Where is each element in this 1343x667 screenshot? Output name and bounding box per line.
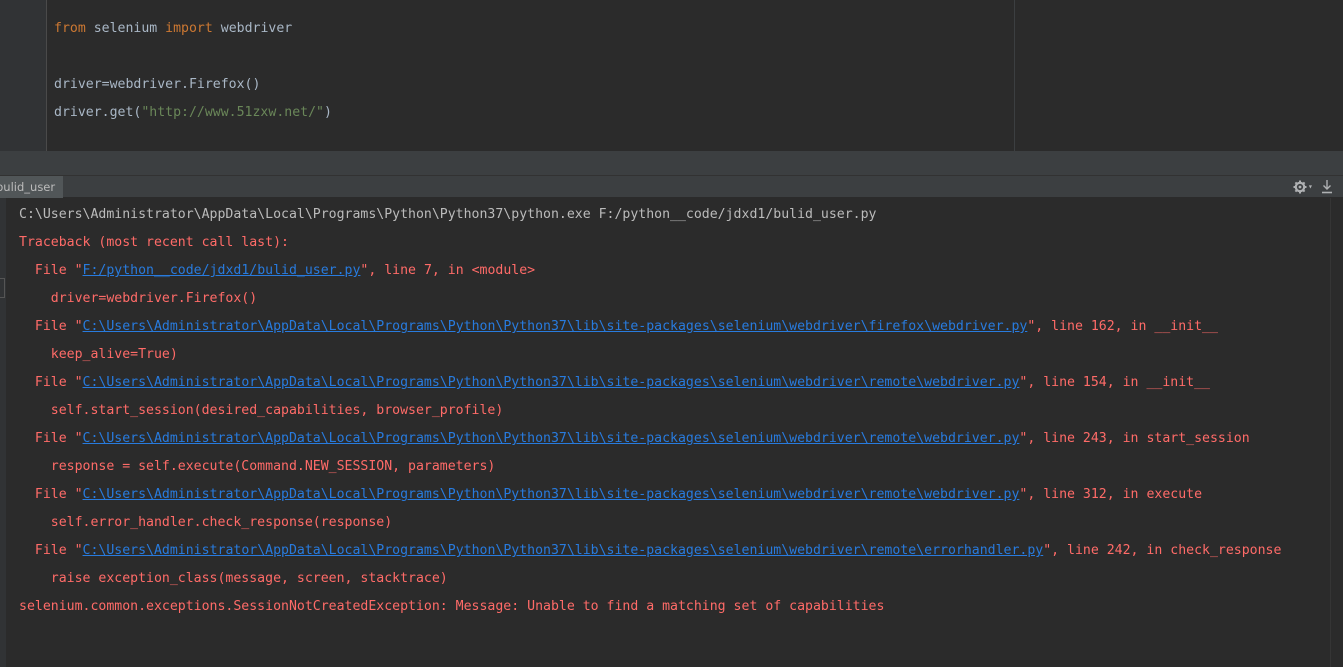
console-left-toolbar <box>0 198 6 667</box>
chevron-down-icon: ▾ <box>1308 182 1313 191</box>
pin-icon <box>1322 180 1332 194</box>
settings-button[interactable]: ▾ <box>1292 176 1313 198</box>
gear-icon <box>1293 180 1307 194</box>
frame-suffix: ", line 243, in start_session <box>1019 431 1250 446</box>
call-suffix: ) <box>323 105 332 120</box>
traceback-code-line: response = self.execute(Command.NEW_SESS… <box>19 459 496 474</box>
call-prefix: driver.get( <box>54 105 142 120</box>
url-string: "http://www.51zxw.net/" <box>141 105 324 120</box>
traceback-code-line: keep_alive=True) <box>19 347 178 362</box>
code-editor[interactable]: from selenium import webdriver driver=we… <box>0 0 1343 151</box>
console-command-line: C:\Users\Administrator\AppData\Local\Pro… <box>19 207 877 222</box>
frame-prefix: File " <box>19 543 83 558</box>
frame-suffix: ", line 7, in <module> <box>360 263 536 278</box>
run-tab-label: bulid_user <box>0 180 56 194</box>
code-line-4[interactable]: driver.get("http://www.51zxw.net/") <box>54 105 332 121</box>
frame-prefix: File " <box>19 431 83 446</box>
editor-gutter <box>0 0 47 151</box>
run-tool-window-header: bulid_user ▾ <box>0 175 1343 198</box>
hide-panel-button[interactable] <box>1318 176 1336 198</box>
frame-prefix: File " <box>19 375 83 390</box>
code-line-1[interactable]: from selenium import webdriver <box>54 21 292 37</box>
keyword-from: from <box>54 21 86 36</box>
frame-prefix: File " <box>19 487 83 502</box>
exception-message: selenium.common.exceptions.SessionNotCre… <box>19 599 885 614</box>
frame-suffix: ", line 242, in check_response <box>1043 543 1282 558</box>
traceback-code-line: driver=webdriver.Firefox() <box>19 291 258 306</box>
frame-suffix: ", line 162, in __init__ <box>1027 319 1218 334</box>
traceback-frame-line: File "C:\Users\Administrator\AppData\Loc… <box>19 543 1282 559</box>
run-tab[interactable]: bulid_user <box>0 176 64 198</box>
editor-panel-divider[interactable] <box>0 151 1343 175</box>
traceback-header: Traceback (most recent call last): <box>19 235 289 250</box>
traceback-code-line: self.error_handler.check_response(respon… <box>19 515 393 530</box>
file-link[interactable]: C:\Users\Administrator\AppData\Local\Pro… <box>83 487 1020 502</box>
file-link[interactable]: C:\Users\Administrator\AppData\Local\Pro… <box>83 319 1028 334</box>
frame-suffix: ", line 154, in __init__ <box>1019 375 1210 390</box>
file-link[interactable]: F:/python__code/jdxd1/bulid_user.py <box>83 263 361 278</box>
file-link[interactable]: C:\Users\Administrator\AppData\Local\Pro… <box>83 543 1044 558</box>
traceback-frame-line: File "C:\Users\Administrator\AppData\Loc… <box>19 319 1218 335</box>
file-link[interactable]: C:\Users\Administrator\AppData\Local\Pro… <box>83 375 1020 390</box>
import-name: webdriver <box>212 21 293 36</box>
traceback-frame-line: File "C:\Users\Administrator\AppData\Loc… <box>19 375 1210 391</box>
console-scrollbar[interactable] <box>1330 198 1343 667</box>
frame-prefix: File " <box>19 263 83 278</box>
traceback-frame-line: File "F:/python__code/jdxd1/bulid_user.p… <box>19 263 535 279</box>
frame-suffix: ", line 312, in execute <box>1019 487 1203 502</box>
traceback-frame-line: File "C:\Users\Administrator\AppData\Loc… <box>19 487 1202 503</box>
run-console-output[interactable]: C:\Users\Administrator\AppData\Local\Pro… <box>0 198 1343 667</box>
keyword-import: import <box>165 21 213 36</box>
console-left-toolbar-marker <box>0 278 5 298</box>
code-line-3[interactable]: driver=webdriver.Firefox() <box>54 77 260 93</box>
frame-prefix: File " <box>19 319 83 334</box>
traceback-frame-line: File "C:\Users\Administrator\AppData\Loc… <box>19 431 1250 447</box>
ide-window: from selenium import webdriver driver=we… <box>0 0 1343 667</box>
editor-right-margin-guide <box>1014 0 1015 151</box>
module-name: selenium <box>85 21 166 36</box>
traceback-code-line: raise exception_class(message, screen, s… <box>19 571 448 586</box>
traceback-code-line: self.start_session(desired_capabilities,… <box>19 403 504 418</box>
file-link[interactable]: C:\Users\Administrator\AppData\Local\Pro… <box>83 431 1020 446</box>
